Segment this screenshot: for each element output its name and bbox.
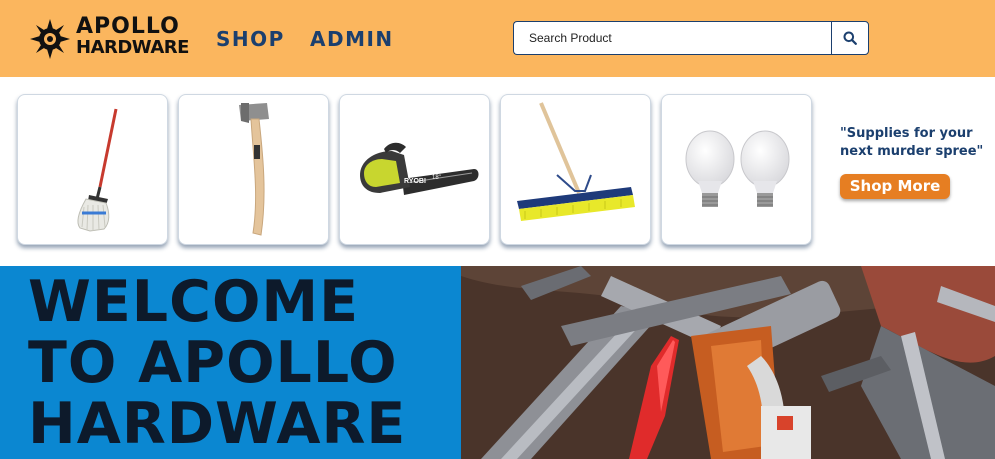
hero-title-line3: HARDWARE (28, 391, 407, 457)
product-card-mop[interactable] (17, 94, 168, 245)
shop-more-button[interactable]: Shop More (840, 174, 950, 199)
nav-shop-link[interactable]: SHOP (216, 27, 285, 51)
nav-admin-link[interactable]: ADMIN (310, 27, 394, 51)
hero-tools-image (461, 266, 995, 459)
hero-title: WELCOME TO APOLLO HARDWARE (28, 272, 458, 455)
chainsaw-image: RYOBI 18" (360, 142, 479, 195)
broom-image (517, 102, 635, 221)
tools-image (461, 266, 995, 459)
search-input[interactable] (513, 21, 832, 55)
brand-name-line1: APOLLO (76, 14, 180, 39)
bulbs-image (685, 130, 790, 207)
product-card-broom[interactable] (500, 94, 651, 245)
product-strip: RYOBI 18" "Supplies for your next murder… (0, 77, 995, 266)
chainsaw-size-text: 18" (432, 175, 441, 181)
chainsaw-brand-text: RYOBI (404, 178, 426, 185)
hero-title-line2: TO APOLLO (28, 330, 398, 396)
brand-name-line2: HARDWARE (76, 37, 189, 58)
product-card-axe[interactable] (178, 94, 329, 245)
axe-image (239, 103, 269, 236)
search-icon (843, 31, 857, 45)
search-bar (513, 21, 869, 55)
hero-text-panel: WELCOME TO APOLLO HARDWARE (0, 266, 461, 459)
sun-gear-icon (30, 19, 70, 59)
product-card-chainsaw[interactable]: RYOBI 18" (339, 94, 490, 245)
search-button[interactable] (831, 21, 869, 55)
hero-banner: WELCOME TO APOLLO HARDWARE (0, 266, 995, 459)
site-header: APOLLO HARDWARE SHOP ADMIN (0, 0, 995, 77)
product-card-bulbs[interactable] (661, 94, 812, 245)
brand-logo[interactable]: APOLLO HARDWARE (30, 14, 189, 62)
promo-quote: "Supplies for your next murder spree" (840, 126, 984, 159)
hero-title-line1: WELCOME (28, 269, 360, 335)
mop-image (77, 108, 118, 232)
